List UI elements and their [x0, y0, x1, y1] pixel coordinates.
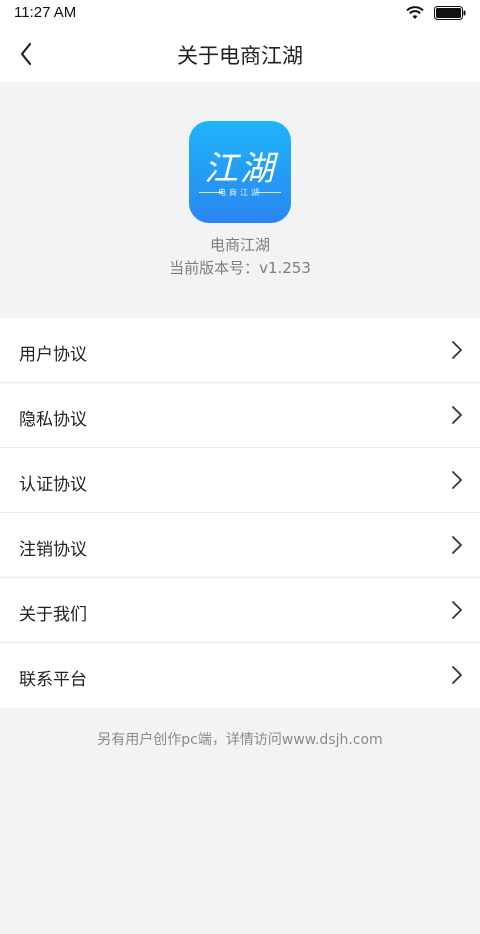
- app-version: 当前版本号：v1.253: [169, 259, 311, 277]
- chevron-right-icon: [452, 471, 462, 489]
- chevron-right-icon: [452, 601, 462, 619]
- menu-item-contact-platform[interactable]: 联系平台: [0, 643, 480, 708]
- menu-item-label: 隐私协议: [19, 410, 87, 430]
- menu-item-privacy-agreement[interactable]: 隐私协议: [0, 383, 480, 448]
- chevron-right-icon: [452, 666, 462, 684]
- battery-icon: [434, 5, 466, 24]
- footer-note: 另有用户创作pc端，详情访问www.dsjh.com: [97, 732, 383, 748]
- navigation-bar: 关于电商江湖: [0, 26, 480, 82]
- settings-menu: 用户协议 隐私协议 认证协议 注销协议 关于我们 联系平台: [0, 318, 480, 708]
- app-info-section: 江湖 电商江湖 电商江湖 当前版本号：v1.253: [0, 82, 480, 318]
- app-logo: 江湖 电商江湖: [189, 121, 291, 223]
- menu-item-about-us[interactable]: 关于我们: [0, 578, 480, 643]
- chevron-right-icon: [452, 536, 462, 554]
- chevron-right-icon: [452, 406, 462, 424]
- page-title: 关于电商江湖: [177, 44, 303, 68]
- status-icons: [406, 5, 466, 24]
- status-bar: 11:27 AM: [0, 0, 480, 26]
- menu-item-cancellation-agreement[interactable]: 注销协议: [0, 513, 480, 578]
- app-name: 电商江湖: [209, 236, 270, 254]
- menu-item-user-agreement[interactable]: 用户协议: [0, 318, 480, 383]
- logo-text: 江湖: [204, 149, 276, 189]
- status-time: 11:27 AM: [14, 4, 77, 21]
- menu-item-label: 认证协议: [19, 475, 87, 495]
- logo-divider-right: [257, 192, 281, 193]
- menu-item-label: 注销协议: [19, 540, 87, 560]
- chevron-right-icon: [452, 341, 462, 359]
- menu-item-label: 用户协议: [19, 345, 87, 365]
- wifi-icon: [406, 5, 424, 24]
- menu-item-label: 联系平台: [19, 670, 87, 690]
- menu-item-verification-agreement[interactable]: 认证协议: [0, 448, 480, 513]
- menu-item-label: 关于我们: [19, 605, 87, 625]
